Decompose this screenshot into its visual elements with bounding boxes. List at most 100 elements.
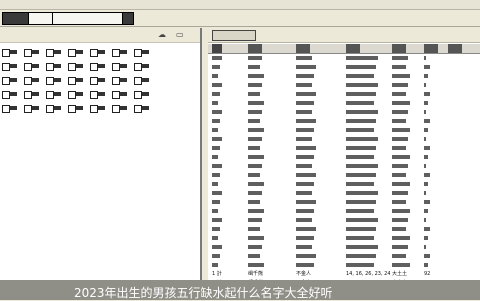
- grid-cell[interactable]: [24, 90, 40, 99]
- table-row[interactable]: [208, 234, 480, 242]
- grid-cell[interactable]: [68, 90, 84, 99]
- grid-cell[interactable]: [112, 48, 128, 57]
- table-row[interactable]: [208, 135, 480, 143]
- grid-cell[interactable]: [90, 90, 106, 99]
- grid-cell[interactable]: [68, 76, 84, 85]
- checkbox[interactable]: [68, 105, 76, 113]
- checkbox[interactable]: [112, 105, 120, 113]
- table-row[interactable]: [208, 198, 480, 206]
- grid-cell[interactable]: [112, 62, 128, 71]
- grid-cell[interactable]: [46, 90, 62, 99]
- grid-cell[interactable]: [134, 48, 150, 57]
- table-row[interactable]: [208, 90, 480, 98]
- grid-cell[interactable]: [2, 104, 18, 113]
- table-row[interactable]: [208, 207, 480, 215]
- grid-cell[interactable]: [46, 104, 62, 113]
- table-row[interactable]: 1 計 缉千熊 不金人 14, 16, 26, 23, 24 大土土 92: [208, 270, 480, 278]
- grid-cell[interactable]: [2, 76, 18, 85]
- grid-cell[interactable]: [134, 104, 150, 113]
- column-header-5[interactable]: [392, 44, 406, 53]
- checkbox[interactable]: [90, 63, 98, 71]
- grid-cell[interactable]: [46, 48, 62, 57]
- grid-cell[interactable]: [2, 48, 18, 57]
- table-row[interactable]: [208, 63, 480, 71]
- checkbox[interactable]: [112, 77, 120, 85]
- grid-cell[interactable]: [68, 104, 84, 113]
- folder-icon[interactable]: ▭: [176, 30, 184, 39]
- checkbox[interactable]: [2, 49, 10, 57]
- grid-cell[interactable]: [24, 76, 40, 85]
- grid-cell[interactable]: [2, 62, 18, 71]
- checkbox[interactable]: [68, 77, 76, 85]
- grid-cell[interactable]: [46, 62, 62, 71]
- grid-cell[interactable]: [90, 104, 106, 113]
- checkbox[interactable]: [90, 105, 98, 113]
- toolbar-button-4[interactable]: [122, 12, 134, 25]
- checkbox[interactable]: [68, 91, 76, 99]
- table-row[interactable]: [208, 81, 480, 89]
- checkbox[interactable]: [134, 105, 142, 113]
- table-row[interactable]: [208, 252, 480, 260]
- checkbox[interactable]: [90, 49, 98, 57]
- cloud-icon[interactable]: ☁: [158, 30, 166, 39]
- table-row[interactable]: [208, 189, 480, 197]
- checkbox[interactable]: [24, 105, 32, 113]
- checkbox[interactable]: [24, 91, 32, 99]
- grid-cell[interactable]: [134, 76, 150, 85]
- checkbox[interactable]: [90, 91, 98, 99]
- table-row[interactable]: [208, 225, 480, 233]
- toolbar-button-3[interactable]: [52, 12, 124, 25]
- table-row[interactable]: [208, 216, 480, 224]
- checkbox[interactable]: [134, 91, 142, 99]
- checkbox[interactable]: [46, 105, 54, 113]
- checkbox[interactable]: [46, 77, 54, 85]
- checkbox[interactable]: [112, 63, 120, 71]
- checkbox[interactable]: [24, 63, 32, 71]
- table-row[interactable]: [208, 171, 480, 179]
- checkbox[interactable]: [46, 49, 54, 57]
- checkbox[interactable]: [2, 91, 10, 99]
- checkbox[interactable]: [68, 49, 76, 57]
- toolbar-button-1[interactable]: [2, 12, 30, 25]
- checkbox[interactable]: [134, 63, 142, 71]
- column-header-1[interactable]: [212, 44, 222, 53]
- checkbox[interactable]: [112, 91, 120, 99]
- table-row[interactable]: [208, 117, 480, 125]
- grid-cell[interactable]: [112, 76, 128, 85]
- checkbox[interactable]: [134, 77, 142, 85]
- grid-cell[interactable]: [134, 90, 150, 99]
- checkbox[interactable]: [90, 77, 98, 85]
- checkbox[interactable]: [24, 77, 32, 85]
- grid-cell[interactable]: [68, 62, 84, 71]
- table-row[interactable]: [208, 54, 480, 62]
- table-row[interactable]: [208, 153, 480, 161]
- grid-cell[interactable]: [90, 48, 106, 57]
- grid-cell[interactable]: [90, 76, 106, 85]
- checkbox[interactable]: [68, 63, 76, 71]
- checkbox[interactable]: [24, 49, 32, 57]
- table-row[interactable]: [208, 72, 480, 80]
- table-row[interactable]: [208, 180, 480, 188]
- table-row[interactable]: [208, 126, 480, 134]
- checkbox[interactable]: [2, 105, 10, 113]
- grid-cell[interactable]: [24, 48, 40, 57]
- column-header-2[interactable]: [248, 44, 262, 53]
- table-row[interactable]: [208, 261, 480, 269]
- table-row[interactable]: [208, 243, 480, 251]
- grid-cell[interactable]: [46, 76, 62, 85]
- grid-cell[interactable]: [112, 104, 128, 113]
- grid-cell[interactable]: [112, 90, 128, 99]
- toolbar-button-2[interactable]: [28, 12, 54, 25]
- column-header-4[interactable]: [346, 44, 360, 53]
- grid-cell[interactable]: [24, 104, 40, 113]
- grid-cell[interactable]: [134, 62, 150, 71]
- grid-cell[interactable]: [24, 62, 40, 71]
- checkbox[interactable]: [134, 49, 142, 57]
- column-header-6[interactable]: [424, 44, 438, 53]
- checkbox[interactable]: [112, 49, 120, 57]
- list-action-button[interactable]: [212, 30, 256, 41]
- grid-cell[interactable]: [90, 62, 106, 71]
- table-row[interactable]: [208, 162, 480, 170]
- checkbox[interactable]: [46, 63, 54, 71]
- table-row[interactable]: [208, 99, 480, 107]
